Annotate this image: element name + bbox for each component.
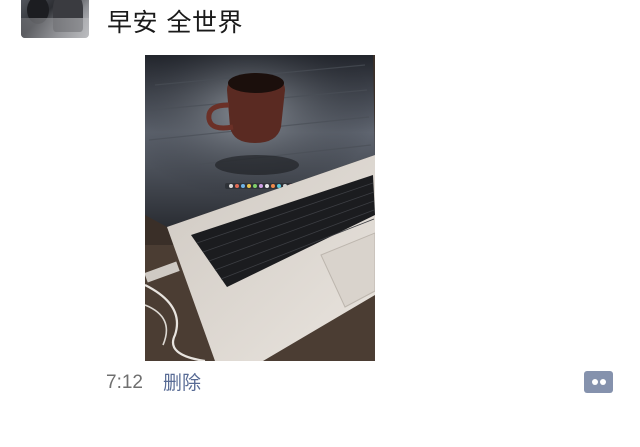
- avatar[interactable]: [21, 0, 89, 38]
- comment-button[interactable]: [584, 371, 613, 393]
- laptop-photo-graphic: [145, 55, 375, 361]
- post-time: 7:12: [106, 372, 143, 393]
- delete-button[interactable]: 删除: [163, 371, 201, 395]
- avatar-background: [21, 18, 89, 38]
- post-image[interactable]: [145, 55, 375, 361]
- post-text: 早安 全世界: [107, 8, 243, 37]
- comment-dots-icon: [592, 379, 598, 385]
- comment-dots-icon: [600, 379, 606, 385]
